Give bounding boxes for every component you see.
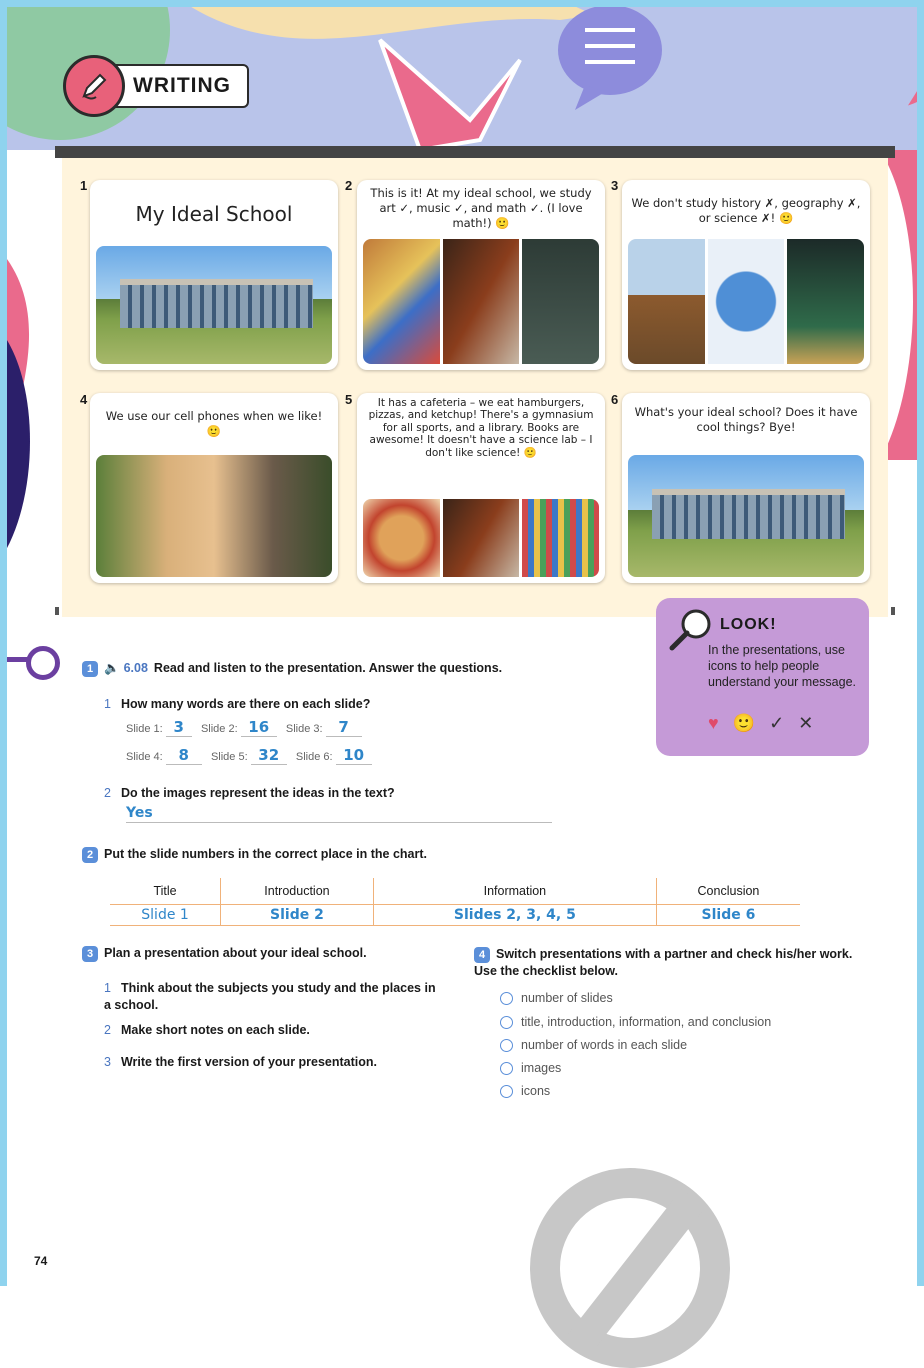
checklist-item[interactable]: number of words in each slide [500, 1038, 687, 1052]
exercise-number: 1 [82, 661, 98, 677]
slide-text: We use our cell phones when we like! 🙂 [105, 409, 323, 438]
slide-word-counts-row-1: Slide 1: 3 Slide 2: 16 Slide 3: 7 [126, 718, 362, 737]
slide-text: This is it! At my ideal school, we study… [370, 186, 592, 230]
exercise-3-instruction: 3 Plan a presentation about your ideal sc… [82, 946, 367, 962]
chart-header: Title [153, 884, 177, 898]
exercise-number: 4 [474, 947, 490, 963]
subjects-photos [363, 239, 599, 364]
plan-item: 1 Think about the subjects you study and … [104, 981, 436, 1012]
slide-2: This is it! At my ideal school, we study… [357, 180, 605, 370]
exercise-number: 3 [82, 946, 98, 962]
look-tip-box: LOOK! In the presentations, use icons to… [656, 598, 869, 756]
answer-field[interactable]: 8 [165, 746, 202, 765]
slide-4: We use our cell phones when we like! 🙂 [90, 393, 338, 583]
exercise-number: 2 [82, 847, 98, 863]
slide-number: 4 [80, 392, 88, 407]
page-number: 74 [34, 1254, 48, 1268]
slide-text: What's your ideal school? Does it have c… [634, 405, 858, 434]
heart-icon: ♥ [708, 713, 719, 733]
chart-header: Introduction [220, 878, 374, 905]
slide-6: What's your ideal school? Does it have c… [622, 393, 870, 583]
answer-field[interactable]: 16 [240, 718, 277, 737]
slide-1: My Ideal School [90, 180, 338, 370]
slide-5: It has a cafeteria – we eat hamburgers, … [357, 393, 605, 583]
look-icons: ♥ 🙂 ✓ ✕ [708, 713, 813, 734]
chart-cell[interactable]: Slide 2 [220, 904, 374, 926]
slide-number: 3 [611, 178, 619, 193]
check-icon: ✓ [769, 713, 785, 733]
side-marker [26, 646, 60, 680]
prohibited-icon [530, 1168, 730, 1368]
answer-field[interactable]: 3 [165, 718, 192, 737]
chart-header: Information [372, 878, 657, 905]
school-building-photo [628, 455, 864, 577]
slide-3: We don't study history ✗, geography ✗, o… [622, 180, 870, 370]
checkbox-circle[interactable] [500, 991, 513, 1005]
checkbox-circle[interactable] [500, 1061, 513, 1075]
checkbox-circle[interactable] [500, 1038, 513, 1052]
slide-word-counts-row-2: Slide 4: 8 Slide 5: 32 Slide 6: 10 [126, 746, 372, 765]
exercise-4-instruction: 4 Switch presentations with a partner and… [474, 947, 853, 978]
audio-track: 6.08 [123, 661, 148, 675]
cross-icon: ✕ [798, 713, 814, 733]
chart-cell[interactable]: Slide 1 [110, 904, 221, 926]
slide-number: 6 [611, 392, 619, 407]
checkbox-circle[interactable] [500, 1015, 513, 1029]
chart-header: Conclusion [655, 878, 800, 905]
plan-item: 2 Make short notes on each slide. [104, 1023, 310, 1037]
answer-field[interactable]: 32 [250, 746, 287, 765]
audio-icon[interactable]: 🔈 [104, 661, 120, 675]
checklist-item[interactable]: images [500, 1061, 561, 1075]
look-text: In the presentations, use icons to help … [708, 643, 857, 689]
question-1: 1 How many words are there on each slide? [104, 697, 371, 711]
answer-field[interactable]: Yes [126, 805, 153, 821]
checkbox-circle[interactable] [500, 1084, 513, 1098]
slide-number: 1 [80, 178, 88, 193]
pencil-icon [63, 55, 125, 117]
answer-field[interactable]: 10 [335, 746, 372, 765]
exercise-2-instruction: 2 Put the slide numbers in the correct pl… [82, 847, 427, 863]
question-2: 2 Do the images represent the ideas in th… [104, 786, 395, 800]
checklist-item[interactable]: number of slides [500, 991, 613, 1005]
slide-chart: Title Introduction Information Conclusio… [110, 878, 800, 926]
slide-text: It has a cafeteria – we eat hamburgers, … [368, 397, 594, 459]
magnifier-icon [669, 609, 711, 651]
slide-text: We don't study history ✗, geography ✗, o… [631, 196, 861, 225]
board-top-rail [55, 146, 895, 158]
answer-line[interactable]: Yes [126, 804, 552, 823]
slide-number: 5 [345, 392, 353, 407]
subjects-photos [628, 239, 864, 364]
slide-title: My Ideal School [135, 202, 293, 226]
school-places-photos [363, 499, 599, 577]
students-phones-photo [96, 455, 332, 577]
school-building-photo [96, 246, 332, 364]
side-marker-line [0, 657, 28, 662]
checklist-item[interactable]: title, introduction, information, and co… [500, 1015, 771, 1029]
exercise-1-instruction: 1 🔈 6.08 Read and listen to the presentatio… [82, 661, 502, 677]
plan-item: 3 Write the first version of your present… [104, 1055, 378, 1069]
smiley-icon: 🙂 [732, 713, 756, 733]
chart-cell[interactable]: Slides 2, 3, 4, 5 [372, 904, 657, 926]
checklist-item[interactable]: icons [500, 1084, 550, 1098]
slide-number: 2 [345, 178, 353, 193]
chart-cell[interactable]: Slide 6 [655, 904, 800, 926]
section-header: WRITING [8, 55, 249, 117]
look-title: LOOK! [720, 616, 777, 633]
answer-field[interactable]: 7 [325, 718, 362, 737]
